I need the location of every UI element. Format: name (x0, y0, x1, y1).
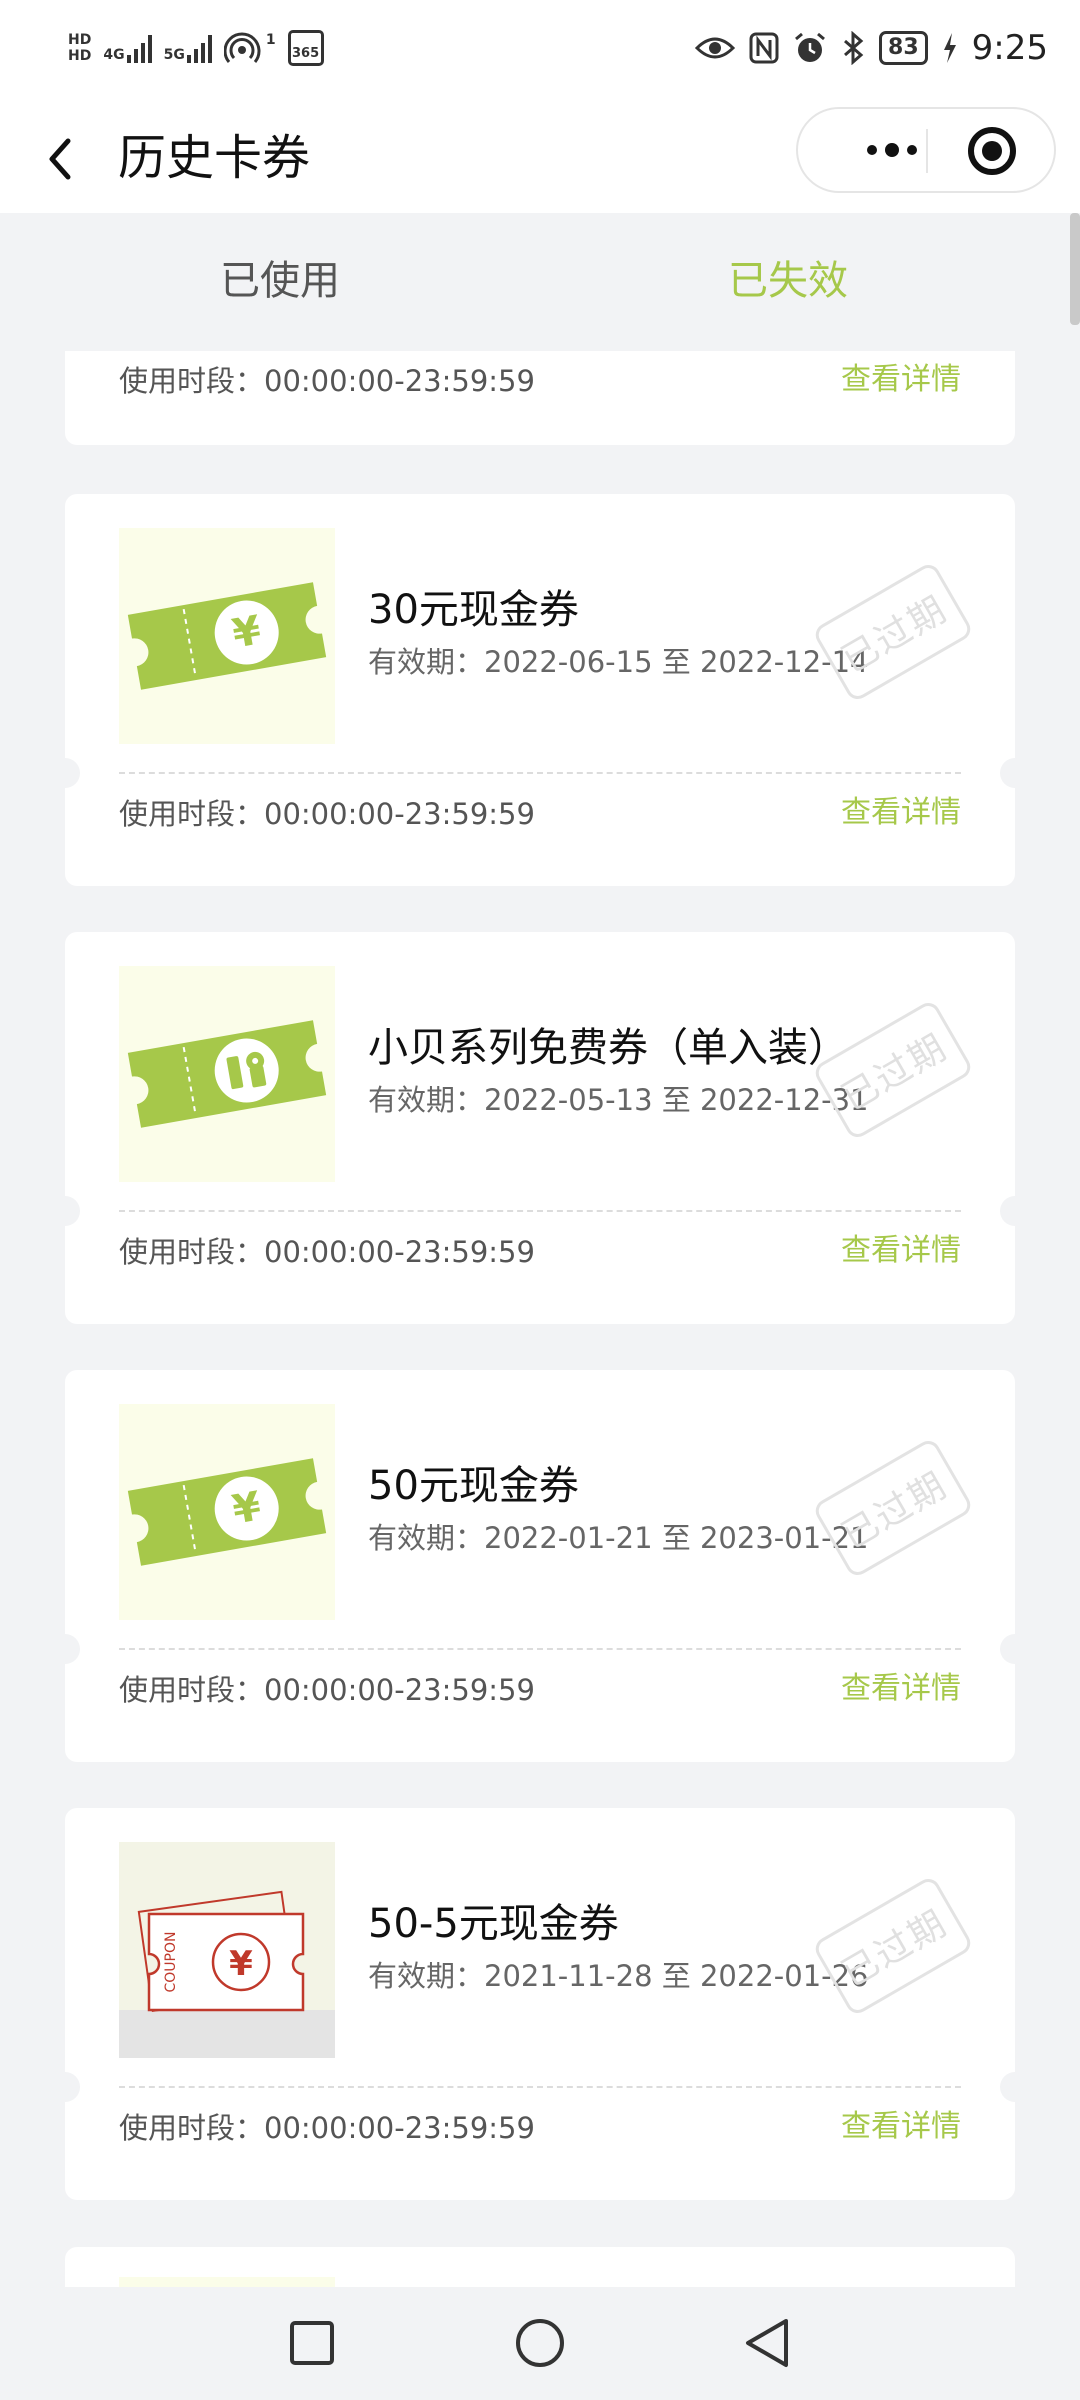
view-details-link[interactable]: 查看详情 (841, 2106, 961, 2148)
capsule-divider (926, 129, 928, 173)
card-notch (50, 2072, 80, 2102)
coupon-card-partial[interactable] (65, 2247, 1015, 2287)
status-left: HD HD 4G 5G 1 365 (68, 30, 324, 66)
card-notch (1000, 2072, 1030, 2102)
coupon-title: 小贝系列免费券（单入装） (368, 1025, 848, 1071)
coupon-thumbnail (119, 2277, 335, 2287)
home-icon[interactable] (508, 2311, 572, 2375)
view-details-link[interactable]: 查看详情 (841, 792, 961, 834)
svg-text:COUPON: COUPON (163, 1932, 179, 1993)
tab-expired[interactable]: 已失效 (728, 253, 848, 309)
coupon-title: 50元现金券 (368, 1463, 579, 1509)
view-details-link[interactable]: 查看详情 (841, 1668, 961, 1710)
coupon-card[interactable]: ¥ 30元现金券 有效期：2022-06-15 至 2022-12-14 已过期… (50, 494, 1030, 886)
yen-ticket-icon: ¥ (127, 582, 327, 690)
status-right: 83 9:25 (695, 28, 1048, 68)
yen-ticket-icon: ¥ (127, 1458, 327, 1566)
coupon-thumbnail: ¥ (119, 528, 335, 744)
coupon-title: 50-5元现金券 (368, 1901, 619, 1947)
dashed-divider (119, 2086, 961, 2088)
target-icon[interactable] (968, 127, 1016, 175)
validity-period: 有效期：2022-06-15 至 2022-12-14 (368, 645, 869, 679)
nfc-icon (749, 32, 779, 64)
card-notch (50, 1196, 80, 1226)
gift-ticket-icon (127, 1020, 327, 1128)
card-notch (1000, 758, 1030, 788)
coupon-card[interactable]: 小贝系列免费券（单入装） 有效期：2022-05-13 至 2022-12-31… (50, 932, 1030, 1324)
time-range: 使用时段：00:00:00-23:59:59 (119, 797, 535, 831)
card-notch (1000, 1634, 1030, 1664)
bluetooth-icon (844, 31, 864, 65)
hd-indicator: HD HD (68, 32, 92, 64)
coupon-card[interactable]: COUPON ¥ 50-5元现金券 有效期：2021-11-28 至 2022-… (50, 1808, 1030, 2200)
eye-icon (695, 37, 736, 59)
system-nav-bar (0, 2287, 1080, 2400)
hotspot-icon (223, 32, 261, 63)
nav-bar: 历史卡券 (0, 105, 1080, 213)
coupon-title: 30元现金券 (368, 587, 579, 633)
clock: 9:25 (971, 28, 1048, 68)
alarm-icon (795, 32, 825, 62)
dashed-divider (119, 772, 961, 774)
signal-4g-icon: 4G (103, 33, 152, 63)
card-notch (50, 1634, 80, 1664)
time-range: 使用时段：00:00:00-23:59:59 (119, 364, 535, 398)
coupon-thumbnail: ¥ (119, 1404, 335, 1620)
signal-5g-icon: 5G (164, 33, 212, 63)
more-dots-icon[interactable] (832, 109, 952, 191)
miniapp-capsule (796, 107, 1056, 193)
tab-used[interactable]: 已使用 (220, 253, 340, 309)
coupon-card-partial[interactable]: 使用时段：00:00:00-23:59:59 查看详情 (65, 351, 1015, 445)
time-range: 使用时段：00:00:00-23:59:59 (119, 2111, 535, 2145)
recent-apps-icon[interactable] (280, 2311, 344, 2375)
time-range: 使用时段：00:00:00-23:59:59 (119, 1235, 535, 1269)
chevron-left-icon[interactable] (38, 129, 88, 189)
view-details-link[interactable]: 查看详情 (841, 359, 961, 401)
status-bar: HD HD 4G 5G 1 365 83 9:25 (0, 0, 1080, 105)
coupon-thumbnail: COUPON ¥ (119, 1842, 335, 2058)
coupon-card[interactable]: ¥ 50元现金券 有效期：2022-01-21 至 2023-01-21 已过期… (50, 1370, 1030, 1762)
validity-period: 有效期：2021-11-28 至 2022-01-26 (368, 1959, 869, 1993)
view-details-link[interactable]: 查看详情 (841, 1230, 961, 1272)
dashed-divider (119, 1648, 961, 1650)
dashed-divider (119, 1210, 961, 1212)
coupon-thumbnail (119, 966, 335, 1182)
battery-indicator: 83 (879, 31, 928, 65)
validity-period: 有效期：2022-05-13 至 2022-12-31 (368, 1083, 869, 1117)
page-title: 历史卡券 (118, 130, 311, 186)
back-icon[interactable] (736, 2311, 800, 2375)
validity-period: 有效期：2022-01-21 至 2023-01-21 (368, 1521, 869, 1555)
charging-icon (943, 33, 956, 63)
svg-text:¥: ¥ (229, 1944, 253, 1984)
coupon-card-icon: COUPON ¥ (137, 1890, 305, 2013)
time-range: 使用时段：00:00:00-23:59:59 (119, 1673, 535, 1707)
card-notch (1000, 1196, 1030, 1226)
coupon-list: 使用时段：00:00:00-23:59:59 查看详情 ¥ 30元现金券 有效期… (0, 351, 1080, 2287)
card-notch (50, 758, 80, 788)
scrollbar[interactable] (1070, 213, 1080, 325)
tab-bar: 已使用 已失效 (0, 213, 1080, 351)
calendar-icon: 365 (287, 30, 324, 66)
